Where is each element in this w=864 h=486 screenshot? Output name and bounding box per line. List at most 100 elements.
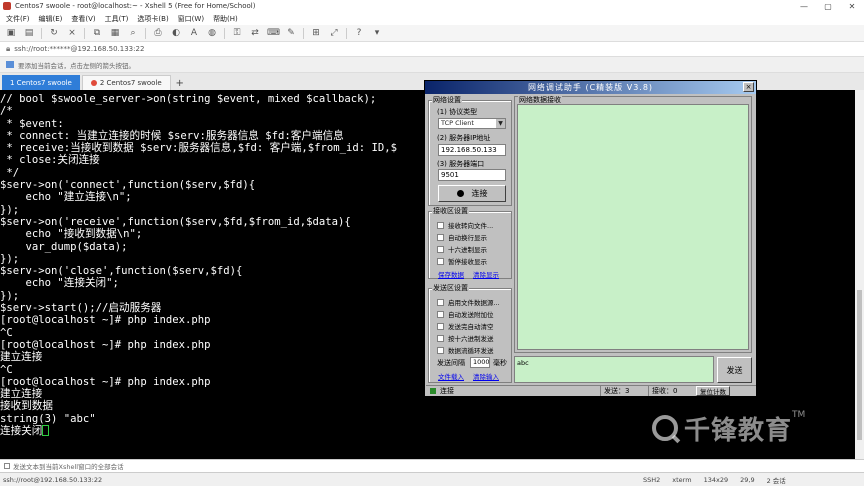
checkbox-box[interactable] — [437, 233, 444, 241]
address-bar[interactable]: 🔒︎ ssh://root:******@192.168.50.133:22 — [0, 42, 864, 57]
checkbox-box[interactable] — [437, 221, 444, 229]
tab-label: 1 Centos7 swoole — [10, 78, 72, 87]
keyboard-icon[interactable]: ⌨ — [267, 28, 280, 39]
menu-view[interactable]: 查看(V) — [71, 14, 95, 24]
interval-input[interactable]: 1000 — [470, 357, 490, 368]
clear-input-link[interactable]: 清除输入 — [473, 371, 499, 381]
server-port-input[interactable]: 9501 — [438, 169, 506, 181]
checkbox-label: 启用文件数据源... — [448, 299, 500, 307]
auto-wrap-checkbox[interactable]: 自动换行显示 — [437, 232, 487, 242]
menu-edit[interactable]: 编辑(E) — [39, 14, 63, 24]
chevron-down-icon[interactable]: ▼ — [496, 119, 505, 128]
hex-send-checkbox[interactable]: 按十六进制发送 — [437, 333, 494, 343]
checkbox-box[interactable] — [437, 334, 444, 342]
disconnect-icon[interactable]: ⨯ — [66, 28, 78, 39]
checkbox-label: 数据流循环发送 — [448, 347, 494, 355]
dropdown-icon[interactable]: ▾ — [371, 28, 383, 39]
save-data-link[interactable]: 保存数据 — [438, 269, 464, 279]
loop-send-checkbox[interactable]: 数据流循环发送 — [437, 345, 494, 355]
hint-bar: 要添加当前会话，点击左侧的箭头按钮。 — [0, 57, 864, 73]
session-status-icon — [90, 80, 97, 86]
session-folder-icon[interactable] — [6, 61, 14, 68]
protocol-select[interactable]: TCP Client ▼ — [438, 118, 506, 129]
compose-bar[interactable]: 发送文本到当前Xshell窗口的全部会话 — [0, 459, 864, 472]
protocol-value: TCP Client — [441, 119, 474, 127]
terminal-cursor — [42, 425, 50, 437]
checkbox-box[interactable] — [437, 346, 444, 354]
script-icon[interactable]: ✎ — [285, 28, 297, 39]
server-ip-label: (2) 服务器IP地址 — [437, 134, 491, 142]
trademark: TM — [792, 410, 806, 420]
layout-icon[interactable]: ⊞ — [310, 28, 322, 39]
menu-bar: 文件(F) 编辑(E) 查看(V) 工具(T) 选项卡(B) 窗口(W) 帮助(… — [0, 12, 864, 25]
help-icon[interactable]: ? — [353, 28, 365, 39]
file-load-link[interactable]: 文件载入 — [438, 371, 464, 381]
connect-status-icon — [456, 190, 464, 197]
connection-status: 连接 — [440, 387, 454, 395]
menu-help[interactable]: 帮助(H) — [213, 14, 238, 24]
server-port-label: (3) 服务器端口 — [437, 160, 485, 168]
toolbar-separator — [84, 27, 85, 39]
scrollbar-thumb[interactable] — [857, 290, 862, 440]
pause-recv-checkbox[interactable]: 暂停接收显示 — [437, 256, 487, 266]
open-folder-icon[interactable]: ▤ — [23, 28, 35, 39]
color-icon[interactable]: ◐ — [170, 28, 182, 39]
clear-display-link[interactable]: 清除显示 — [473, 269, 499, 279]
connect-button[interactable]: 连接 — [438, 185, 506, 202]
compose-menu-icon[interactable] — [4, 463, 10, 469]
checkbox-box[interactable] — [437, 310, 444, 318]
tab-label: 2 Centos7 swoole — [99, 79, 162, 87]
status-protocol: SSH2 — [643, 475, 661, 484]
interval-label: 发送间隔 — [437, 359, 465, 367]
status-size: 134x29 — [703, 475, 729, 484]
tab-session-1[interactable]: 1 Centos7 swoole — [2, 75, 80, 90]
append-bit-checkbox[interactable]: 自动发送附加位 — [437, 309, 494, 319]
nettool-close-button[interactable]: × — [743, 82, 754, 92]
recv-to-file-checkbox[interactable]: 接收转向文件... — [437, 220, 493, 230]
hex-display-checkbox[interactable]: 十六进制显示 — [437, 244, 487, 254]
menu-file[interactable]: 文件(F) — [6, 14, 30, 24]
copy-icon[interactable]: ⧉ — [91, 28, 103, 39]
lock-icon[interactable]: ⚿ — [231, 28, 243, 39]
find-icon[interactable]: ⌕ — [127, 28, 139, 39]
menu-window[interactable]: 窗口(W) — [178, 14, 204, 24]
hint-text: 要添加当前会话，点击左侧的箭头按钮。 — [18, 61, 135, 70]
add-tab-button[interactable]: + — [173, 76, 187, 90]
toolbar: ▣ ▤ ↻ ⨯ ⧉ ▦ ⌕ ⎙ ◐ A ◍ ⚿ ⇄ ⌨ ✎ ⊞ ⤢ ? ▾ — [0, 25, 864, 42]
new-session-icon[interactable]: ▣ — [5, 28, 17, 39]
toolbar-separator — [303, 27, 304, 39]
server-ip-input[interactable]: 192.168.50.133 — [438, 144, 506, 156]
menu-tools[interactable]: 工具(T) — [105, 14, 129, 24]
checkbox-box[interactable] — [437, 322, 444, 330]
checkbox-box[interactable] — [437, 245, 444, 253]
terminal-scrollbar[interactable] — [855, 90, 864, 459]
tab-session-2[interactable]: 2 Centos7 swoole — [81, 75, 171, 90]
receive-data-panel[interactable] — [517, 104, 749, 350]
menu-tab[interactable]: 选项卡(B) — [137, 14, 168, 24]
minimize-button[interactable]: — — [792, 0, 816, 12]
reset-count-button[interactable]: 复位计数 — [696, 386, 730, 396]
xshell-app-icon — [3, 2, 11, 10]
auto-clear-checkbox[interactable]: 发送完自动清空 — [437, 321, 494, 331]
watermark-text: 千锋教育 — [684, 415, 793, 446]
checkbox-box[interactable] — [437, 257, 444, 265]
reconnect-icon[interactable]: ↻ — [48, 28, 60, 39]
file-source-checkbox[interactable]: 启用文件数据源... — [437, 297, 500, 307]
maximize-button[interactable]: ▢ — [816, 0, 840, 12]
title-bar: Centos7 swoole - root@localhost:~ - Xshe… — [0, 0, 864, 12]
print-icon[interactable]: ⎙ — [152, 28, 164, 39]
globe-icon[interactable]: ◍ — [206, 28, 218, 39]
terminal-line: 连接关闭 — [0, 425, 43, 438]
window-controls: — ▢ ✕ — [792, 0, 864, 12]
checkbox-box[interactable] — [437, 298, 444, 306]
checkbox-label: 十六进制显示 — [448, 246, 487, 254]
close-button[interactable]: ✕ — [840, 0, 864, 12]
transfer-icon[interactable]: ⇄ — [249, 28, 261, 39]
fullscreen-icon[interactable]: ⤢ — [328, 28, 340, 39]
font-icon[interactable]: A — [188, 28, 200, 39]
checkbox-label: 发送完自动清空 — [448, 323, 494, 331]
send-button[interactable]: 发送 — [717, 357, 752, 383]
send-text-area[interactable]: abc — [514, 356, 714, 383]
connect-label: 连接 — [471, 189, 488, 198]
paste-icon[interactable]: ▦ — [109, 28, 121, 39]
